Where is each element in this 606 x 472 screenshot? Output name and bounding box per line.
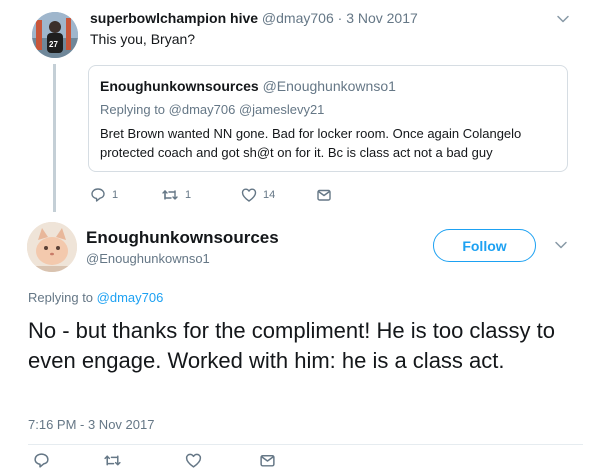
- parent-chevron-down-icon[interactable]: [556, 12, 570, 26]
- quoted-author-name: Enoughunkownsources: [100, 78, 259, 94]
- main-replying-to-label: Replying to: [28, 290, 94, 305]
- reply-icon: [91, 188, 105, 202]
- parent-like-button[interactable]: 14: [241, 187, 275, 203]
- follow-button[interactable]: Follow: [433, 229, 536, 262]
- parent-like-count: 14: [263, 189, 276, 201]
- main-retweet-button[interactable]: [103, 452, 122, 469]
- retweet-icon: [104, 455, 121, 466]
- main-like-button[interactable]: [185, 452, 202, 469]
- main-tweet-divider: [28, 444, 583, 445]
- like-icon: [185, 453, 202, 468]
- quoted-tweet-author: Enoughunkownsources @Enoughunkownso1: [100, 78, 396, 94]
- like-icon: [241, 188, 257, 202]
- main-tweet-text: No - but thanks for the compliment! He i…: [28, 318, 556, 373]
- quoted-replying-to-handles: @dmay706 @jameslevy21: [168, 102, 325, 117]
- parent-direct-message-button[interactable]: [316, 187, 332, 203]
- parent-reply-count: 1: [112, 189, 119, 201]
- parent-retweet-button[interactable]: 1: [161, 187, 191, 203]
- thread-connector-line: [53, 64, 56, 212]
- quoted-replying-to: Replying to @dmay706 @jameslevy21: [100, 102, 324, 117]
- main-reply-button[interactable]: [33, 452, 50, 469]
- parent-tweet-header: superbowlchampion hive @dmay706 · 3 Nov …: [90, 10, 418, 26]
- retweet-icon: [162, 190, 178, 200]
- parent-tweet-date[interactable]: 3 Nov 2017: [346, 10, 418, 26]
- parent-date-separator: ·: [337, 10, 343, 26]
- quoted-tweet-text: Bret Brown wanted NN gone. Bad for locke…: [100, 126, 522, 160]
- main-author-avatar[interactable]: [27, 222, 77, 272]
- quoted-replying-to-label: Replying to: [100, 102, 166, 117]
- parent-author-handle[interactable]: @dmay706: [262, 10, 334, 26]
- parent-retweet-count: 1: [185, 189, 192, 201]
- quoted-tweet-card[interactable]: Enoughunkownsources @Enoughunkownso1 Rep…: [88, 65, 568, 172]
- main-chevron-down-icon[interactable]: [554, 238, 568, 252]
- svg-text:27: 27: [49, 40, 58, 49]
- parent-author-name[interactable]: superbowlchampion hive: [90, 10, 258, 26]
- parent-tweet-text: This you, Bryan?: [90, 31, 196, 47]
- main-author-name[interactable]: Enoughunkownsources: [86, 228, 279, 248]
- parent-author-avatar[interactable]: 27: [32, 12, 78, 58]
- direct-message-icon: [260, 454, 275, 467]
- main-replying-to: Replying to @dmay706: [28, 290, 163, 305]
- main-direct-message-button[interactable]: [259, 452, 276, 469]
- direct-message-icon: [317, 189, 331, 201]
- main-tweet-timestamp[interactable]: 7:16 PM - 3 Nov 2017: [28, 417, 154, 432]
- quoted-author-handle: @Enoughunkownso1: [262, 78, 396, 94]
- main-author-handle[interactable]: @Enoughunkownso1: [86, 251, 210, 266]
- parent-reply-button[interactable]: 1: [90, 187, 118, 203]
- reply-icon: [34, 453, 49, 468]
- main-replying-to-link[interactable]: @dmay706: [97, 290, 164, 305]
